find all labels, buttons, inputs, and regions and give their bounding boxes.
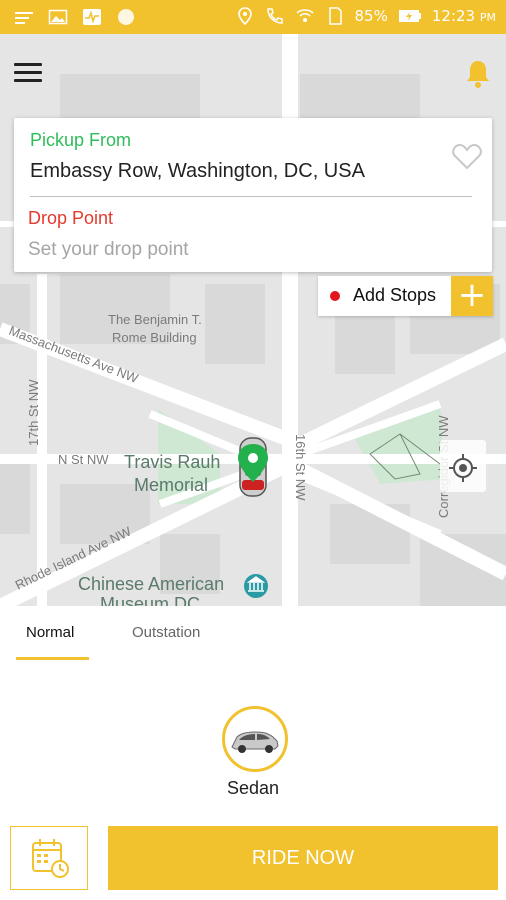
map-label-rome: Rome Building bbox=[112, 330, 197, 345]
wifi-icon bbox=[295, 9, 314, 22]
add-stops-label: Add Stops bbox=[353, 285, 437, 305]
drop-input[interactable] bbox=[28, 236, 448, 264]
museum-icon bbox=[244, 574, 268, 598]
tab-outstation[interactable]: Outstation bbox=[132, 624, 200, 641]
map-label-chinese2: Museum DC bbox=[100, 594, 200, 606]
bell-icon[interactable] bbox=[462, 58, 494, 90]
map-label-17th: 17th St NW bbox=[26, 379, 41, 446]
status-bar: 85% 12:23 PM bbox=[0, 0, 506, 34]
schedule-button[interactable] bbox=[10, 826, 88, 890]
circle-icon bbox=[118, 9, 134, 25]
map-label-16th: 16th St NW bbox=[293, 434, 308, 501]
call-icon bbox=[266, 8, 283, 24]
image-icon bbox=[48, 9, 68, 25]
battery-icon bbox=[398, 10, 421, 22]
status-time-suffix: PM bbox=[479, 11, 496, 24]
vehicle-label: Sedan bbox=[226, 778, 280, 798]
map-label-travis2: Memorial bbox=[134, 475, 208, 495]
divider bbox=[30, 196, 472, 197]
map-label-chinese1: Chinese American bbox=[78, 574, 224, 594]
tab-indicator bbox=[16, 657, 89, 660]
status-right: 85% 12:23 PM bbox=[235, 7, 496, 25]
location-icon bbox=[237, 7, 252, 25]
ride-now-button[interactable]: RIDE NOW bbox=[108, 826, 498, 890]
add-stops-button[interactable]: Add Stops + bbox=[318, 276, 493, 316]
stop-dot bbox=[330, 291, 340, 301]
sedan-car-icon bbox=[231, 731, 279, 753]
tab-normal[interactable]: Normal bbox=[26, 624, 74, 641]
drop-label: Drop Point bbox=[28, 208, 114, 228]
menu-icon[interactable] bbox=[14, 63, 42, 85]
status-time-value: 12:23 bbox=[431, 7, 476, 25]
pickup-label: Pickup From bbox=[30, 130, 132, 150]
battery-percent: 85% bbox=[354, 7, 388, 25]
map-label-travis1: Travis Rauh bbox=[124, 452, 220, 472]
activity-icon bbox=[83, 9, 101, 25]
trip-card: Pickup From Embassy Row, Washington, DC,… bbox=[14, 118, 492, 272]
sim-icon bbox=[328, 7, 342, 25]
status-left-icons bbox=[14, 8, 136, 26]
calendar-clock-icon bbox=[32, 839, 69, 878]
map-label-nst: N St NW bbox=[58, 452, 109, 467]
vehicle-sedan[interactable] bbox=[222, 706, 288, 772]
plus-icon[interactable]: + bbox=[451, 276, 493, 316]
status-time: 12:23 PM bbox=[432, 7, 496, 25]
locate-button[interactable] bbox=[440, 440, 486, 492]
map-label-benjamin: The Benjamin T. bbox=[108, 312, 202, 327]
ride-type-tabs: Normal Outstation bbox=[0, 606, 506, 662]
heart-icon[interactable] bbox=[452, 142, 482, 170]
notification-icon bbox=[15, 12, 33, 24]
pickup-field[interactable]: Embassy Row, Washington, DC, USA bbox=[30, 160, 365, 183]
crosshair-icon bbox=[449, 454, 477, 482]
